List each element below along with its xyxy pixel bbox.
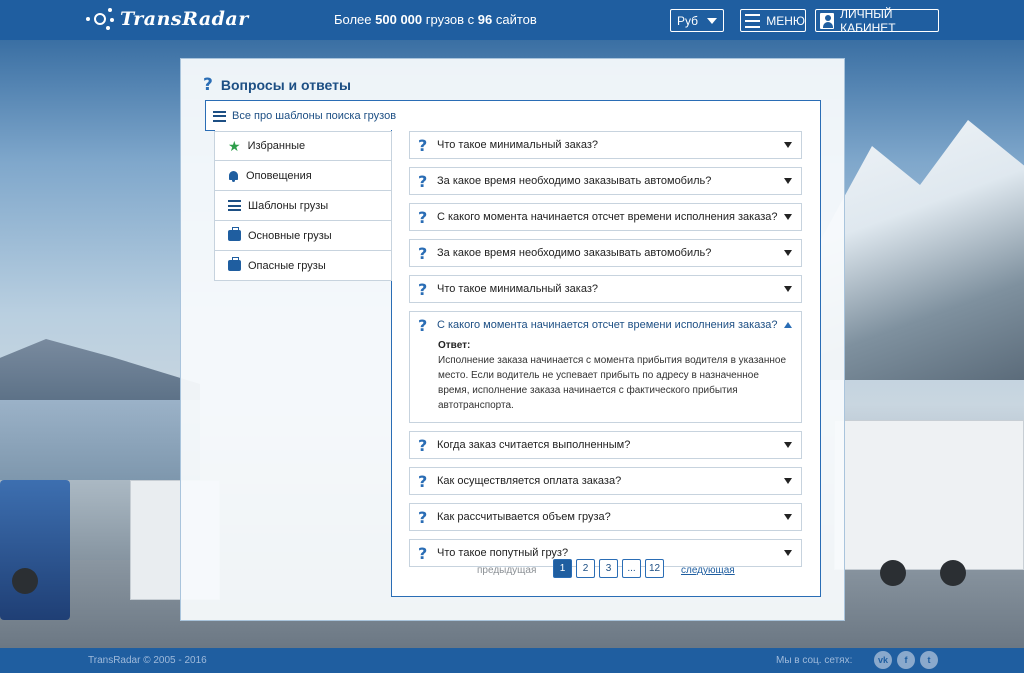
page-ellipsis[interactable]: ... <box>622 559 641 578</box>
list-icon <box>228 200 241 211</box>
page-title: ? Вопросы и ответы <box>203 75 351 95</box>
faq-item[interactable]: ? За какое время необходимо заказывать ав… <box>409 239 802 267</box>
question-icon: ? <box>418 243 428 263</box>
chevron-down-icon <box>784 442 792 448</box>
tab-dangerous-cargo[interactable]: Опасные грузы <box>214 251 392 281</box>
chevron-down-icon <box>784 142 792 148</box>
wheel <box>940 560 966 586</box>
faq-panel: ? Вопросы и ответы Все про шаблоны поиск… <box>180 58 845 621</box>
wheel <box>12 568 38 594</box>
trailer-right <box>834 420 1024 570</box>
tagline: Более 500 000 грузов с 96 сайтов <box>334 12 537 27</box>
cabinet-button[interactable]: ЛИЧНЫЙ КАБИНЕТ <box>815 6 939 35</box>
chevron-down-icon <box>784 214 792 220</box>
twitter-icon[interactable]: t <box>920 651 938 669</box>
copyright: TransRadar © 2005 - 2016 <box>88 655 207 666</box>
bag-icon <box>228 227 241 241</box>
star-icon: ★ <box>228 138 241 154</box>
question-icon: ? <box>418 435 428 455</box>
question-icon: ? <box>418 171 428 191</box>
page-button-3[interactable]: 3 <box>599 559 618 578</box>
next-page-link[interactable]: следующая <box>681 565 735 576</box>
lake <box>0 400 200 480</box>
facebook-icon[interactable]: f <box>897 651 915 669</box>
chevron-down-icon <box>784 478 792 484</box>
prev-page-link: предыдущая <box>477 565 537 576</box>
question-icon: ? <box>418 135 428 155</box>
faq-item[interactable]: ? Что такое минимальный заказ? <box>409 275 802 303</box>
logo-text: TransRadar <box>120 8 249 30</box>
faq-item[interactable]: ? С какого момента начинается отсчет врем… <box>409 203 802 231</box>
faq-item[interactable]: ? За какое время необходимо заказывать ав… <box>409 167 802 195</box>
question-icon: ? <box>418 207 428 227</box>
menu-label: МЕНЮ <box>766 13 805 28</box>
chevron-up-icon <box>784 322 792 328</box>
faq-item[interactable]: ? Как рассчитывается объем груза? <box>409 503 802 531</box>
question-icon: ? <box>418 543 428 563</box>
section-header[interactable]: Все про шаблоны поиска грузов <box>205 100 821 131</box>
currency-value: Руб <box>677 13 699 28</box>
chevron-down-icon <box>784 286 792 292</box>
user-icon <box>820 12 835 29</box>
faq-list: ? Что такое минимальный заказ? ? За какое … <box>409 131 802 575</box>
question-icon: ? <box>418 471 428 491</box>
tab-templates[interactable]: Шаблоны грузы <box>214 191 392 221</box>
currency-select[interactable]: Руб <box>670 9 724 32</box>
cabinet-label: ЛИЧНЫЙ КАБИНЕТ <box>840 6 896 35</box>
faq-item[interactable]: ? Когда заказ считается выполненным? <box>409 431 802 459</box>
bag-icon <box>228 257 241 271</box>
radar-logo-icon <box>86 8 114 30</box>
logo[interactable]: TransRadar <box>86 8 249 30</box>
question-icon: ? <box>203 75 213 95</box>
faq-item-expanded[interactable]: ? С какого момента начинается отсчет врем… <box>409 311 802 423</box>
wheel <box>880 560 906 586</box>
tab-notifications[interactable]: Оповещения <box>214 161 392 191</box>
answer-label: Ответ: <box>438 340 471 351</box>
page-button-12[interactable]: 12 <box>645 559 664 578</box>
vk-icon[interactable]: vk <box>874 651 892 669</box>
question-icon: ? <box>418 279 428 299</box>
answer-text: Исполнение заказа начинается с момента п… <box>438 355 787 411</box>
chevron-down-icon <box>784 514 792 520</box>
footer: TransRadar © 2005 - 2016 Мы в соц. сетях… <box>0 648 1024 673</box>
chevron-down-icon <box>707 18 717 24</box>
question-icon: ? <box>418 507 428 527</box>
bell-icon <box>228 170 239 182</box>
tab-main-cargo[interactable]: Основные грузы <box>214 221 392 251</box>
truck-cab <box>0 480 70 620</box>
page-button-2[interactable]: 2 <box>576 559 595 578</box>
category-tabs: ★ Избранные Оповещения Шаблоны грузы Осн… <box>214 131 392 281</box>
chevron-down-icon <box>784 250 792 256</box>
chevron-down-icon <box>784 178 792 184</box>
faq-item[interactable]: ? Как осуществляется оплата заказа? <box>409 467 802 495</box>
menu-button[interactable]: МЕНЮ <box>740 9 806 32</box>
list-icon <box>213 110 226 122</box>
social-label: Мы в соц. сетях: <box>776 655 853 666</box>
faq-item[interactable]: ? Что такое минимальный заказ? <box>409 131 802 159</box>
page-button-1[interactable]: 1 <box>553 559 572 578</box>
hamburger-icon <box>745 13 761 28</box>
section-title: Все про шаблоны поиска грузов <box>232 110 397 122</box>
top-bar: TransRadar Более 500 000 грузов с 96 сай… <box>0 0 1024 40</box>
question-icon: ? <box>418 315 428 335</box>
tab-favorites[interactable]: ★ Избранные <box>214 131 392 161</box>
faq-answer: Ответ: Исполнение заказа начинается с мо… <box>410 338 801 422</box>
chevron-down-icon <box>784 550 792 556</box>
